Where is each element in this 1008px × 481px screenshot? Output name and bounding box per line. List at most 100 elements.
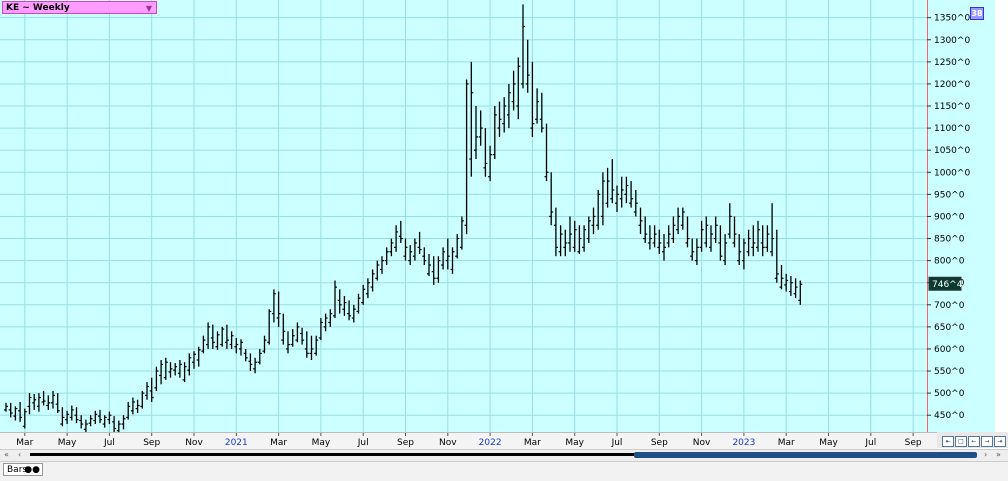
bars-tab[interactable]: Bars ●● [3,463,43,476]
symbol-label: KE ~ Weekly [6,3,70,13]
ohlc-bar [46,395,51,410]
ohlc-bar [257,348,262,365]
x-tick-label: Mar [778,438,795,448]
ohlc-bar [615,185,619,213]
ohlc-bar [201,335,206,354]
ohlc-bar [445,238,450,270]
ohlc-bar [779,265,784,290]
ohlc-bar [243,348,248,362]
ohlc-bar [610,159,615,204]
ohlc-bar [563,229,568,257]
x-tick-label: Nov [693,438,711,448]
x-tick-label: 2021 [225,438,248,448]
ohlc-bar [93,410,98,425]
ohlc-bar [98,409,102,424]
right-margin [995,0,1008,432]
ohlc-bar [337,289,342,314]
ohlc-bar [83,419,88,432]
prev-page-icon[interactable]: □ [955,436,967,447]
ohlc-bar [112,416,117,432]
date-axis[interactable]: Mar May Jul Sep Nov 2021 Mar May Jul Sep Nov 2022 Ma… [0,432,937,449]
ohlc-bar [469,61,474,177]
ohlc-bar [422,247,427,266]
toggle-icon[interactable]: ●● [24,464,40,477]
dropdown-arrow-icon[interactable]: ▼ [146,2,152,15]
last-price-marker: 746^4 [928,276,963,291]
ohlc-bar [309,335,314,360]
last-page-icon[interactable]: ⇥ [994,436,1006,447]
scroll-left-icon[interactable]: ‹ [18,450,21,459]
x-tick-label: Sep [905,438,922,448]
ohlc-bar [516,57,521,120]
x-tick-label: Jul [103,438,115,448]
date-axis-labels: Mar May Jul Sep Nov 2021 Mar May Jul Sep Nov 2022 Ma… [16,433,922,448]
ohlc-bar [666,225,671,248]
scroll-far-left-icon[interactable]: « [4,450,9,459]
ohlc-bar [459,216,464,250]
ohlc-bar [65,410,70,425]
ohlc-bar [417,231,422,254]
ohlc-bar [403,238,408,261]
x-tick-label: Nov [439,438,457,448]
ohlc-bar [361,284,366,305]
ohlc-bar [647,225,652,250]
zoom-out-icon[interactable]: ← [968,436,980,447]
ohlc-bar [502,97,507,133]
ohlc-bar [774,229,779,283]
ohlc-bar [130,397,135,415]
ohlc-bar [318,318,323,341]
zoom-in-icon[interactable]: → [981,436,993,447]
ohlc-bar [116,420,121,432]
y-tick-label: 1250^0 [934,58,970,68]
ohlc-bar [102,415,107,428]
x-tick-label: May [58,438,77,448]
y-tick-label: 850^0 [934,235,965,245]
y-tick-label: 950^0 [934,190,965,200]
ohlc-bar [652,225,657,248]
y-tick-label: 1100^0 [934,124,970,134]
ohlc-bar [13,406,18,421]
ohlc-bar [375,260,380,281]
settings-badge-icon[interactable]: 38 [970,7,984,20]
ohlc-bar [412,238,417,261]
ohlc-bar [248,353,253,372]
ohlc-bar [79,415,84,429]
ohlc-bar [356,293,361,314]
ohlc-bar [342,295,347,316]
ohlc-bar [577,225,582,254]
ohlc-bar [215,331,220,350]
x-tick-label: May [312,438,331,448]
y-tick-label: 1150^0 [934,102,970,112]
symbol-selector[interactable]: KE ~ Weekly ▼ [2,1,157,14]
ohlc-bar [234,337,239,354]
x-tick-label: Mar [16,438,33,448]
ohlc-bar [676,207,681,235]
ohlc-bar [398,220,403,243]
x-tick-label: Sep [397,438,414,448]
ohlc-bar [168,362,173,378]
ohlc-bar [591,207,596,235]
x-tick-label: May [819,438,838,448]
ohlc-bar [521,4,525,89]
ohlc-bar [314,335,319,356]
ohlc-bar [27,393,32,415]
ohlc-bar [295,322,300,343]
ohlc-bar [525,39,530,93]
ohlc-bar [699,220,704,252]
ohlc-bar [483,128,488,177]
ohlc-bar [281,313,286,345]
ohlc-bar [455,234,460,259]
ohlc-bar [732,216,737,248]
scroll-thumb[interactable] [634,452,977,458]
x-tick-label: Mar [270,438,287,448]
ohlc-bar [163,357,168,380]
y-tick-label: 800^0 [934,257,965,267]
ohlc-bar [680,207,685,230]
ohlc-bar [389,238,394,257]
ohlc-bar [704,216,709,248]
scroll-far-right-icon[interactable]: » [996,450,1001,459]
ohlc-bar [149,377,154,402]
scroll-right-icon[interactable]: › [984,450,987,459]
first-page-icon[interactable]: ⇤ [942,436,954,447]
grid [0,0,927,432]
